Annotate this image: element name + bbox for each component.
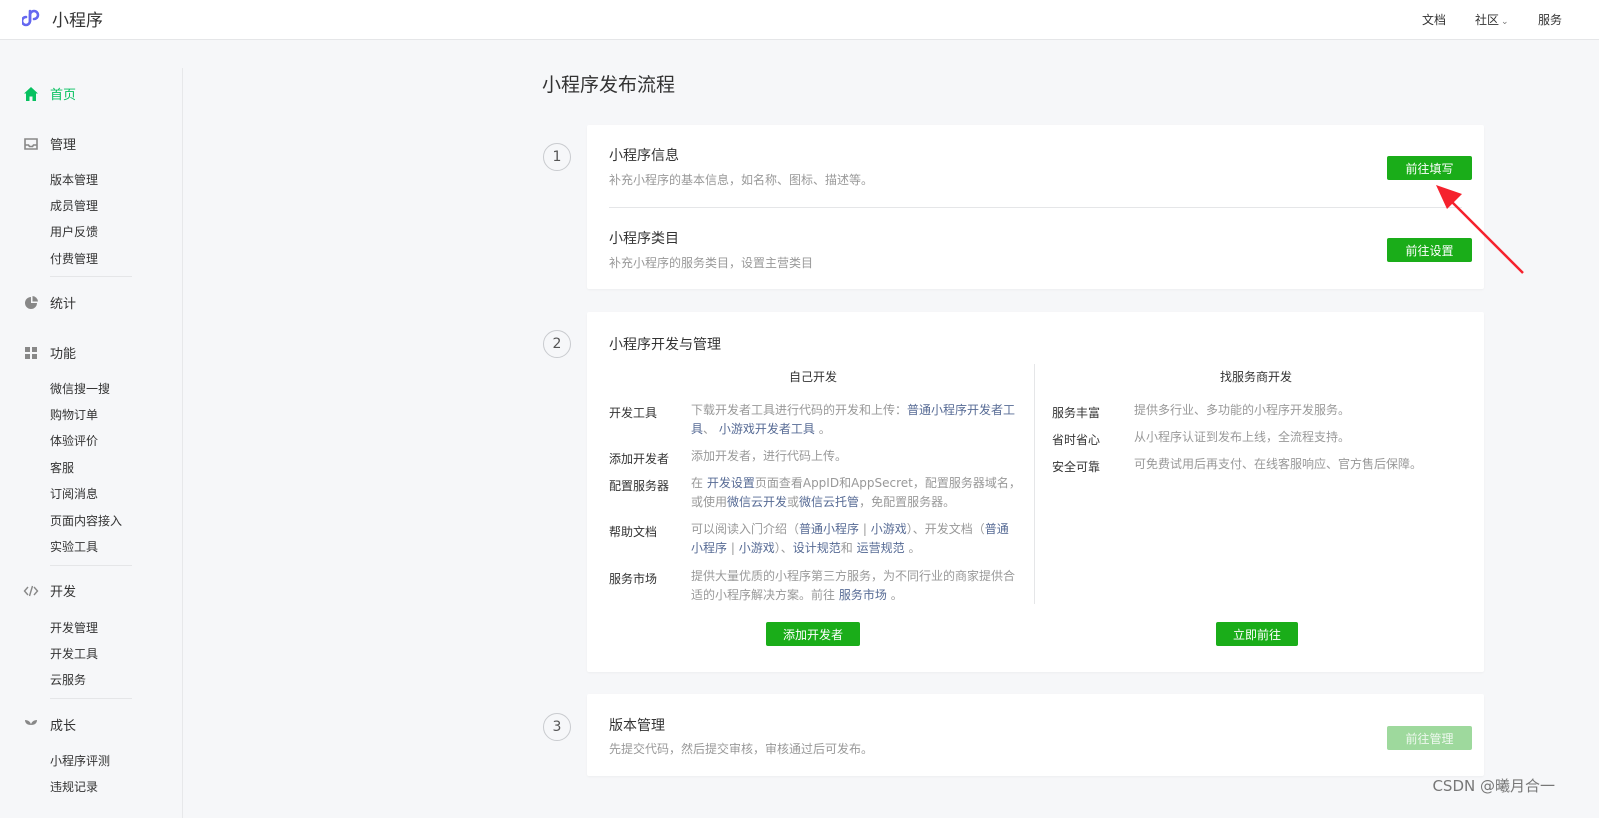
watermark: CSDN @曦月合一 [1432, 777, 1555, 795]
annotation-arrow-icon [1436, 185, 1524, 274]
